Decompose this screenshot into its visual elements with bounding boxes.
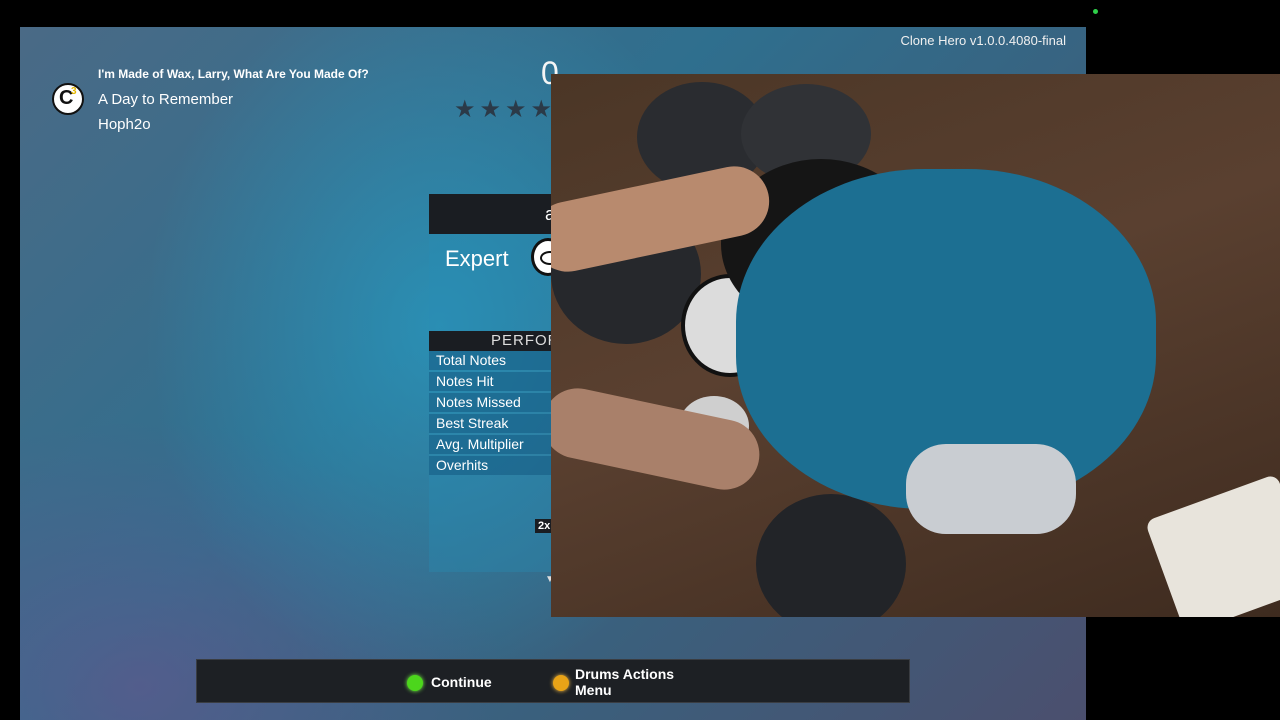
- status-dot-icon: [1093, 9, 1098, 14]
- song-name: I'm Made of Wax, Larry, What Are You Mad…: [98, 67, 369, 81]
- continue-label: Continue: [431, 674, 492, 690]
- performance-header-label: PERFOR: [491, 332, 560, 349]
- star-icon: ★: [505, 96, 531, 123]
- paper-shape: [1144, 473, 1280, 617]
- star-icon: ★: [454, 96, 480, 123]
- stat-label: Notes Hit: [436, 373, 494, 389]
- drums-actions-label-line1: Drums Actions: [575, 666, 675, 682]
- webcam-overlay: [551, 74, 1280, 617]
- bottom-action-bar: Continue Drums Actions Menu: [196, 659, 910, 703]
- song-charter: Hoph2o: [98, 116, 151, 133]
- stat-label: Notes Missed: [436, 394, 521, 410]
- version-label: Clone Hero v1.0.0.4080-final: [900, 33, 1067, 48]
- green-button-icon: [407, 675, 423, 691]
- c3-logo-icon: C3: [52, 83, 84, 115]
- song-artist: A Day to Remember: [98, 91, 234, 108]
- continue-button[interactable]: Continue: [407, 660, 497, 704]
- drummer-leg-shape: [906, 444, 1076, 534]
- stat-label: Best Streak: [436, 415, 509, 431]
- drums-actions-label-line2: Menu: [575, 682, 612, 698]
- star-rating: ★★★★: [454, 95, 556, 124]
- orange-button-icon: [553, 675, 569, 691]
- difficulty-label: Expert: [445, 246, 509, 271]
- stat-label: Total Notes: [436, 352, 507, 368]
- stat-label: Avg. Multiplier: [436, 436, 524, 452]
- stat-label: Overhits: [436, 457, 489, 473]
- star-icon: ★: [479, 96, 506, 123]
- cymbal-shape: [756, 494, 906, 617]
- drums-actions-menu-label: Drums Actions Menu: [575, 666, 685, 698]
- drummer-arm-shape: [551, 381, 766, 497]
- drums-actions-menu-button[interactable]: Drums Actions Menu: [553, 660, 683, 704]
